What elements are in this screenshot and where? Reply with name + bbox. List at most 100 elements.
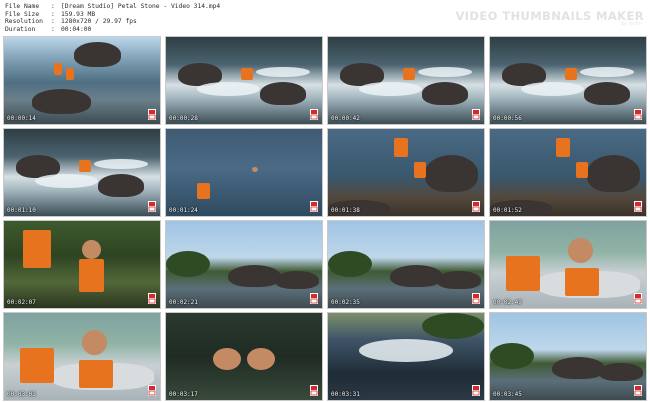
watermark-logo-icon bbox=[148, 385, 156, 396]
watermark-logo-icon bbox=[310, 109, 318, 120]
thumbnail-timestamp: 00:01:10 bbox=[7, 207, 36, 214]
watermark-logo-icon bbox=[148, 109, 156, 120]
watermark-logo-icon bbox=[472, 109, 480, 120]
scene-shape bbox=[568, 238, 593, 263]
file-info-value: 159.93 MB bbox=[61, 10, 96, 18]
brand-title: VIDEO THUMBNAILS MAKER bbox=[455, 9, 644, 23]
watermark-logo-icon bbox=[310, 201, 318, 212]
thumbnail-image bbox=[166, 129, 322, 216]
thumbnail-timestamp: 00:01:38 bbox=[331, 207, 360, 214]
watermark-logo-icon bbox=[148, 293, 156, 304]
scene-shape bbox=[94, 158, 148, 170]
video-thumbnail[interactable]: 00:02:35 bbox=[327, 220, 485, 309]
thumbnail-timestamp: 00:03:17 bbox=[169, 391, 198, 398]
video-thumbnail[interactable]: 00:02:21 bbox=[165, 220, 323, 309]
scene-shape bbox=[259, 82, 307, 105]
file-info-row: Duration : 00:04:00 bbox=[5, 26, 220, 34]
thumbnail-image bbox=[490, 37, 646, 124]
thumbnail-image bbox=[166, 313, 322, 400]
scene-shape bbox=[82, 330, 107, 355]
watermark-logo-icon bbox=[472, 293, 480, 304]
scene-shape bbox=[66, 68, 75, 81]
scene-shape bbox=[78, 160, 92, 173]
file-info-value: [Dream Studio] Petal Stone - Video 314.m… bbox=[61, 3, 221, 10]
video-thumbnail[interactable]: 00:03:03 bbox=[3, 312, 161, 401]
video-thumbnail[interactable]: 00:00:42 bbox=[327, 36, 485, 125]
thumbnail-timestamp: 00:00:28 bbox=[169, 115, 198, 122]
video-thumbnail[interactable]: 00:01:52 bbox=[489, 128, 647, 217]
thumbnail-image bbox=[166, 37, 322, 124]
scene-shape bbox=[490, 342, 534, 369]
file-info-key: File Size bbox=[5, 10, 40, 18]
thumbnail-timestamp: 00:01:24 bbox=[169, 207, 198, 214]
scene-shape bbox=[166, 250, 210, 277]
video-thumbnail[interactable]: 00:01:10 bbox=[3, 128, 161, 217]
watermark-logo-icon bbox=[634, 109, 642, 120]
thumbnail-image bbox=[4, 37, 160, 124]
file-info-sep: : bbox=[51, 18, 55, 26]
scene-shape bbox=[418, 66, 472, 78]
file-info-value: 00:04:00 bbox=[61, 26, 92, 34]
scene-shape bbox=[599, 363, 643, 381]
scene-shape bbox=[256, 66, 310, 78]
video-thumbnail[interactable]: 00:00:14 bbox=[3, 36, 161, 125]
scene-shape bbox=[78, 259, 104, 293]
scene-shape bbox=[421, 313, 484, 340]
thumbnail-image bbox=[328, 221, 484, 308]
scene-shape bbox=[505, 255, 540, 291]
video-thumbnail[interactable]: 00:03:31 bbox=[327, 312, 485, 401]
scene-shape bbox=[328, 250, 372, 277]
file-info-row: File Size : 159.93 MB bbox=[5, 11, 220, 19]
scene-shape bbox=[275, 271, 319, 289]
watermark-logo-icon bbox=[472, 385, 480, 396]
video-thumbnail[interactable]: 00:02:49 bbox=[489, 220, 647, 309]
thumbnail-image bbox=[4, 129, 160, 216]
file-info-sep: : bbox=[51, 10, 55, 18]
thumbnail-timestamp: 00:01:52 bbox=[493, 207, 522, 214]
watermark-logo-icon bbox=[310, 385, 318, 396]
thumbnail-sheet: File Name : [Dream Studio] Petal Stone -… bbox=[0, 0, 650, 402]
thumbnail-image bbox=[490, 221, 646, 308]
video-thumbnail[interactable]: 00:02:07 bbox=[3, 220, 161, 309]
thumbnail-timestamp: 00:00:42 bbox=[331, 115, 360, 122]
file-info-key: Duration bbox=[5, 26, 36, 34]
scene-shape bbox=[53, 63, 62, 76]
scene-shape bbox=[586, 155, 640, 192]
scene-shape bbox=[78, 359, 114, 388]
watermark-logo-icon bbox=[634, 293, 642, 304]
scene-shape bbox=[393, 137, 408, 157]
scene-shape bbox=[555, 137, 570, 157]
video-thumbnail[interactable]: 00:00:56 bbox=[489, 36, 647, 125]
thumbnail-image bbox=[490, 313, 646, 400]
file-info-sep: : bbox=[51, 3, 55, 10]
scene-shape bbox=[402, 68, 416, 81]
scene-shape bbox=[251, 167, 259, 173]
file-info-key: File Name bbox=[5, 3, 40, 10]
thumbnail-timestamp: 00:00:56 bbox=[493, 115, 522, 122]
thumbnail-image bbox=[328, 313, 484, 400]
scene-shape bbox=[82, 240, 101, 260]
video-thumbnail[interactable]: 00:01:24 bbox=[165, 128, 323, 217]
file-info: File Name : [Dream Studio] Petal Stone -… bbox=[5, 3, 220, 34]
watermark-logo-icon bbox=[472, 201, 480, 212]
thumbnail-timestamp: 00:03:45 bbox=[493, 391, 522, 398]
scene-shape bbox=[97, 174, 145, 197]
scene-shape bbox=[212, 347, 241, 371]
file-info-row: File Name : [Dream Studio] Petal Stone -… bbox=[5, 3, 220, 11]
file-info-row: Resolution : 1280x720 / 29.97 fps bbox=[5, 18, 220, 26]
scene-shape bbox=[421, 82, 469, 105]
video-thumbnail[interactable]: 00:01:38 bbox=[327, 128, 485, 217]
thumbnail-image bbox=[4, 221, 160, 308]
scene-shape bbox=[437, 271, 481, 289]
video-thumbnail[interactable]: 00:03:45 bbox=[489, 312, 647, 401]
thumbnail-timestamp: 00:03:31 bbox=[331, 391, 360, 398]
scene-shape bbox=[247, 347, 276, 371]
thumbnail-timestamp: 00:02:21 bbox=[169, 299, 198, 306]
scene-shape bbox=[552, 356, 606, 380]
video-thumbnail[interactable]: 00:03:17 bbox=[165, 312, 323, 401]
video-thumbnail[interactable]: 00:00:28 bbox=[165, 36, 323, 125]
scene-shape bbox=[35, 174, 98, 189]
scene-shape bbox=[240, 68, 254, 81]
thumbnail-timestamp: 00:03:03 bbox=[7, 391, 36, 398]
scene-shape bbox=[32, 89, 92, 114]
